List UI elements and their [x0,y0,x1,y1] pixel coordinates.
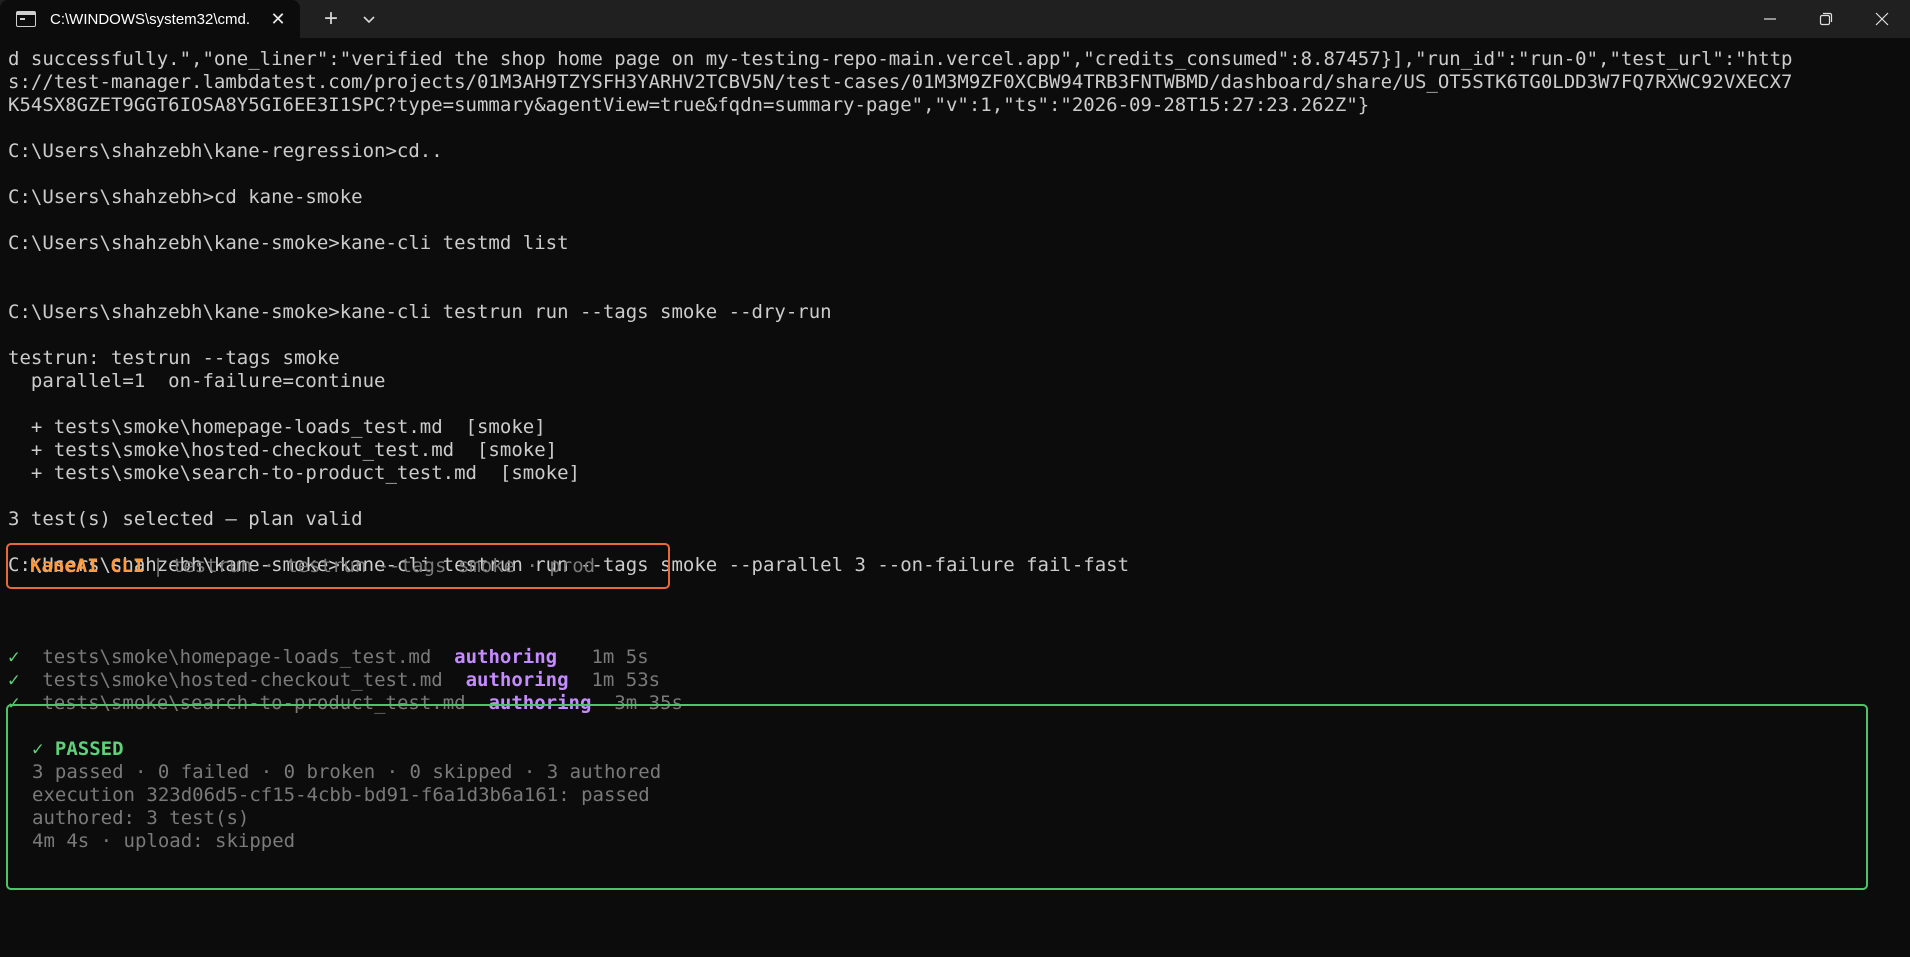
execution-id: execution 323d06d5-cf15-4cbb-bd91-f6a1d3… [32,784,650,806]
minimize-icon [1764,18,1776,20]
test-duration: 1m 53s [591,669,661,691]
terminal-line: parallel=1 on-failure=continue [8,370,386,392]
terminal-line: + tests\smoke\search-to-product_test.md … [8,462,580,484]
terminal-line: K54SX8GZET9GGT6IOSA8Y5GI6EE3I1SPC?type=s… [8,94,1370,116]
tab-dropdown-button[interactable] [350,0,388,38]
test-file: tests\smoke\homepage-loads_test.md [42,646,432,668]
terminal-line: + tests\smoke\hosted-checkout_test.md [s… [8,439,558,461]
summary-counts: 3 passed · 0 failed · 0 broken · 0 skipp… [32,761,662,783]
check-icon: ✓ [8,669,20,691]
terminal-line: C:\Users\shahzebh\kane-smoke>kane-cli te… [8,232,569,254]
terminal-line: d successfully.","one_liner":"verified t… [8,48,1793,70]
test-status: authoring [465,669,569,691]
banner-divider: | [152,555,164,577]
terminal-line: + tests\smoke\homepage-loads_test.md [sm… [8,416,546,438]
banner-info: testrun · testrun --tags smoke · prod [171,555,596,577]
terminal-line: 3 test(s) selected — plan valid [8,508,363,530]
title-bar: C:\WINDOWS\system32\cmd. ✕ + [0,0,1910,38]
new-tab-button[interactable]: + [312,0,350,38]
restore-button[interactable] [1798,0,1854,38]
chevron-down-icon [363,16,375,24]
test-duration: 1m 5s [591,646,649,668]
tab-title: C:\WINDOWS\system32\cmd. [50,10,251,28]
terminal-line: C:\Users\shahzebh\kane-smoke>kane-cli te… [8,301,832,323]
kaneai-banner: KaneAI CLI | testrun · testrun --tags smok… [6,543,670,589]
terminal-output[interactable]: d successfully.","one_liner":"verified t… [8,48,1908,577]
test-result-row: ✓ tests\smoke\homepage-loads_test.md aut… [8,646,1908,669]
minimize-button[interactable] [1742,0,1798,38]
close-tab-icon[interactable]: ✕ [262,3,294,35]
terminal-line: s://test-manager.lambdatest.com/projects… [8,71,1793,93]
test-status: authoring [454,646,558,668]
test-file: tests\smoke\hosted-checkout_test.md [42,669,443,691]
passed-status: ✓ PASSED [32,738,124,760]
test-result-row: ✓ tests\smoke\hosted-checkout_test.md au… [8,669,1908,692]
drag-region[interactable] [388,0,1742,38]
terminal-line: testrun: testrun --tags smoke [8,347,340,369]
close-icon [1875,12,1889,26]
check-icon: ✓ [8,646,20,668]
timing-info: 4m 4s · upload: skipped [32,830,296,852]
authored-count: authored: 3 test(s) [32,807,250,829]
terminal-line: C:\Users\shahzebh\kane-regression>cd.. [8,140,443,162]
close-window-button[interactable] [1854,0,1910,38]
restore-icon [1819,12,1833,26]
terminal-line: C:\Users\shahzebh>cd kane-smoke [8,186,363,208]
summary-box: ✓ PASSED 3 passed · 0 failed · 0 broken … [6,704,1868,890]
brand-label: KaneAI CLI [30,555,145,577]
tab-cmd[interactable]: C:\WINDOWS\system32\cmd. ✕ [0,0,300,38]
terminal-icon [16,11,36,27]
